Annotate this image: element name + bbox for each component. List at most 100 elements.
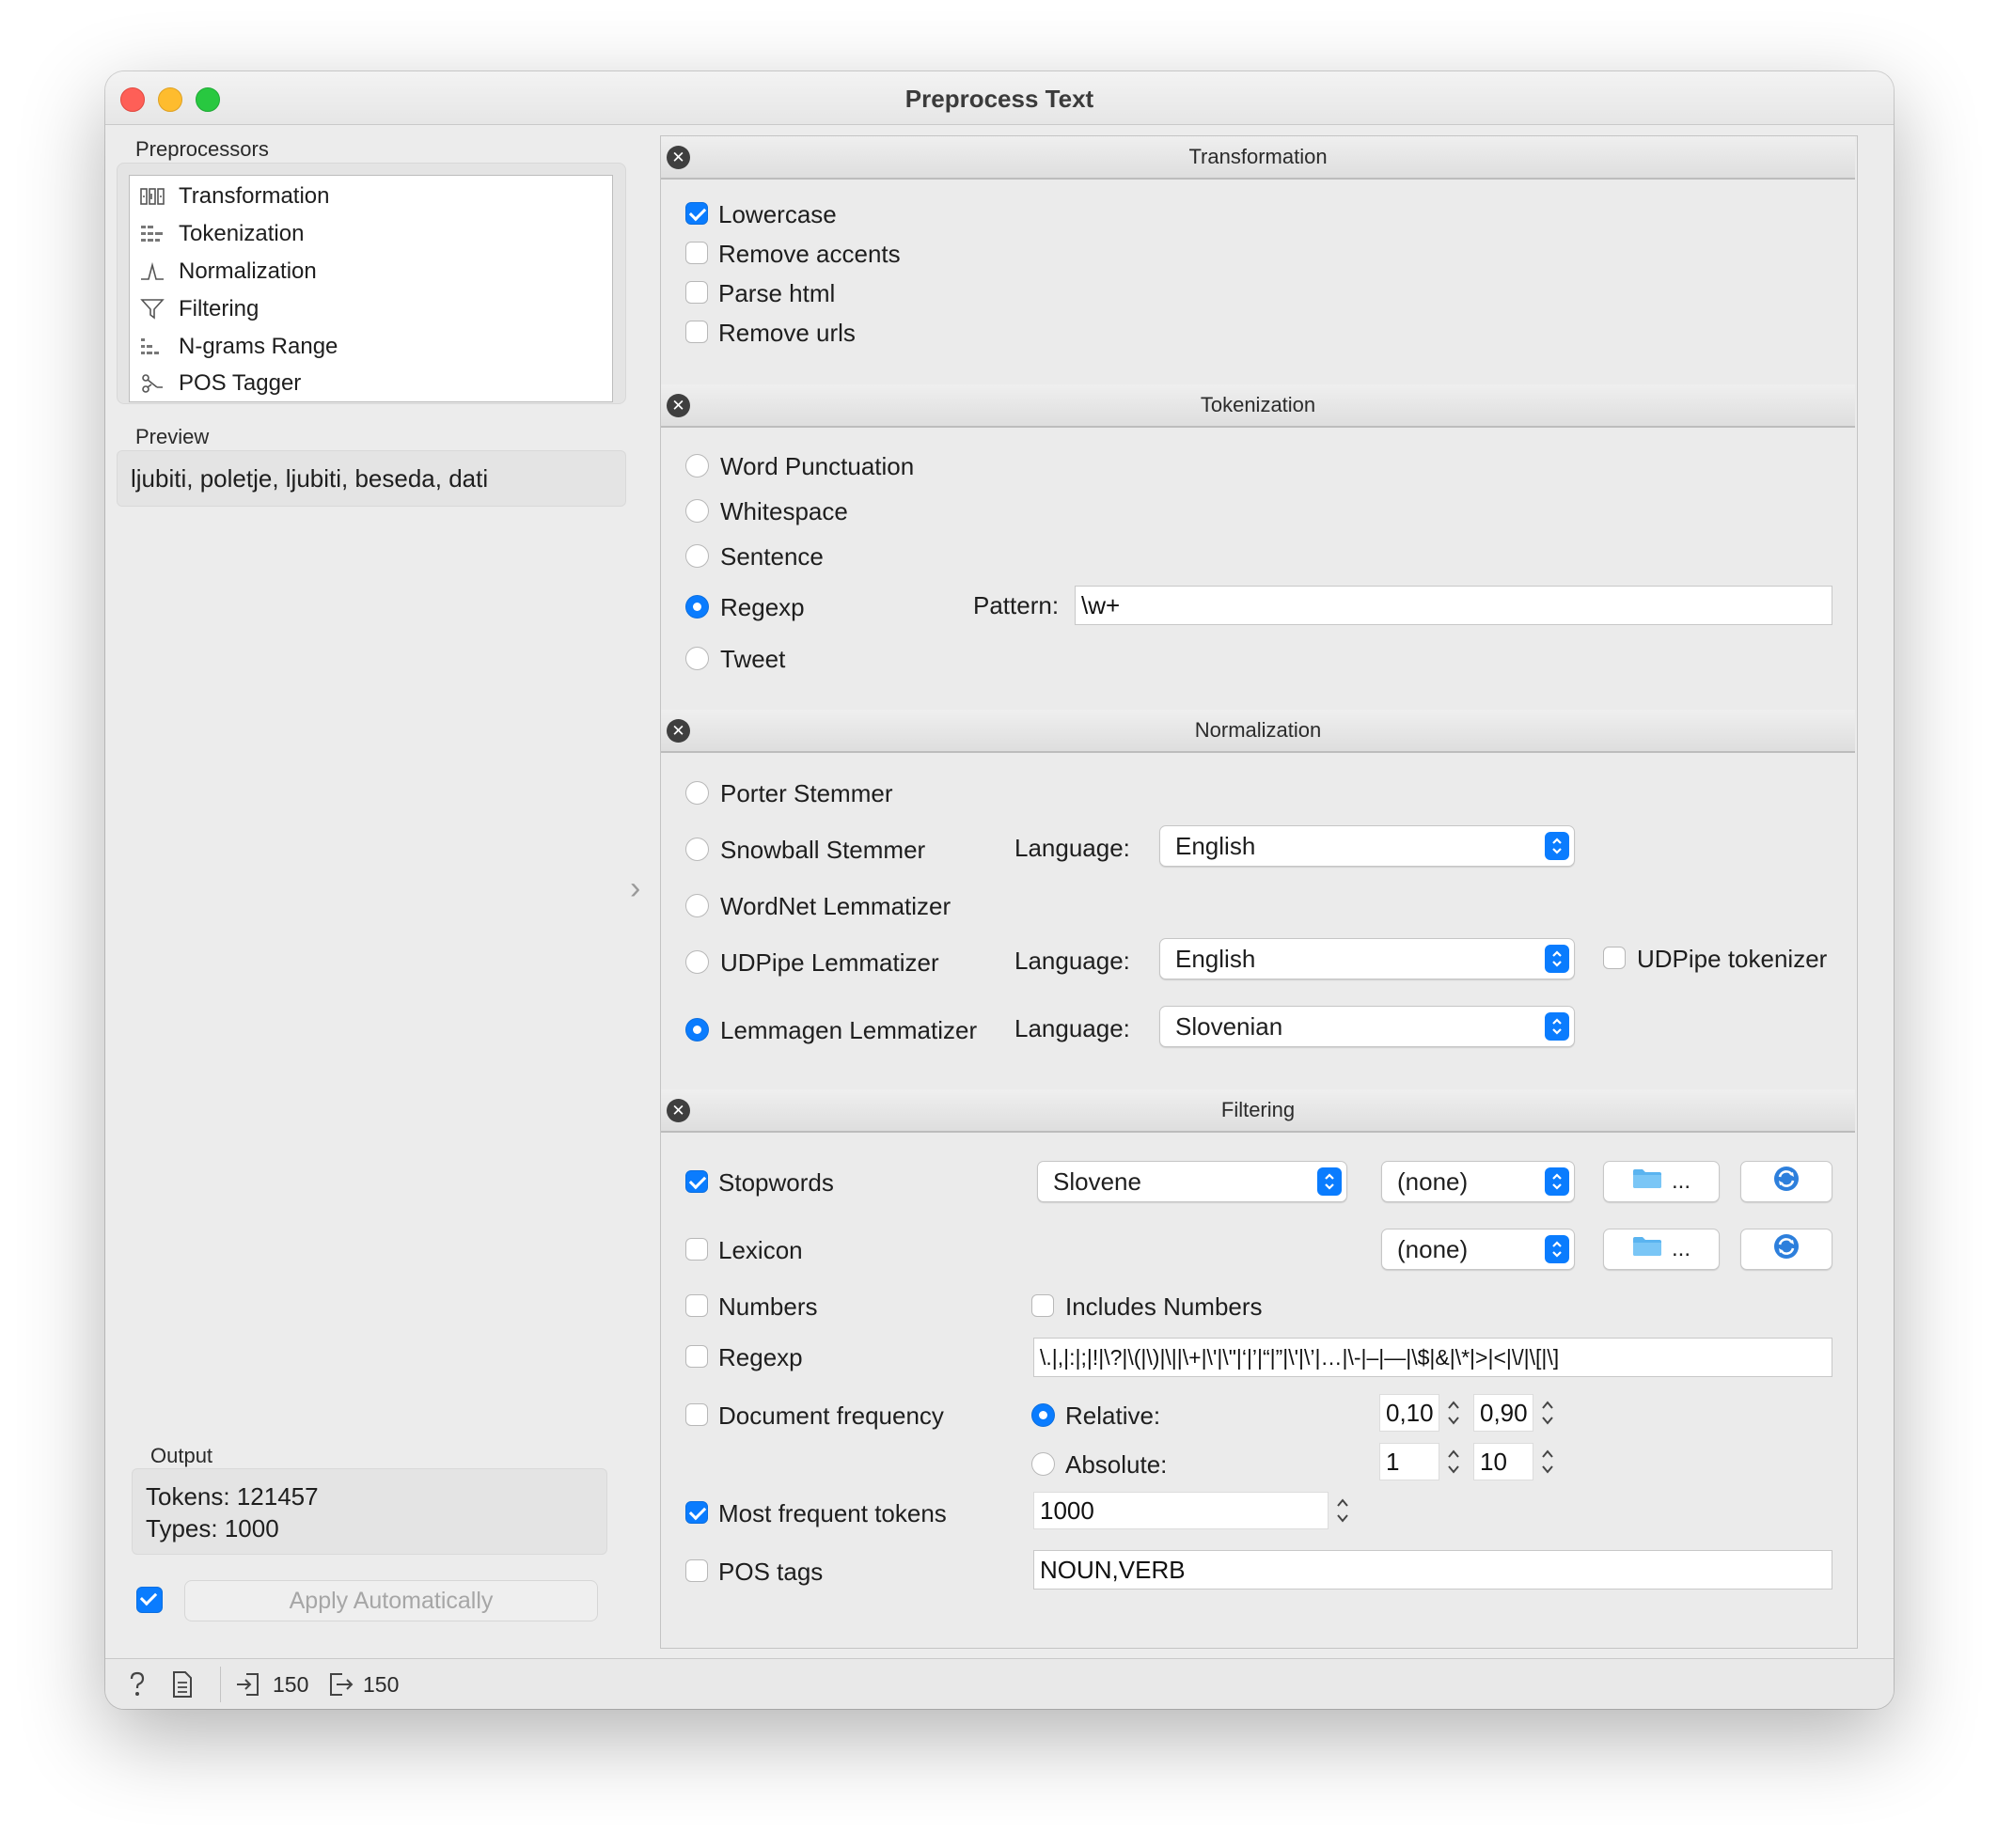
remove-transformation-icon[interactable]: ✕ <box>667 146 690 169</box>
remove-urls-label: Remove urls <box>718 319 856 347</box>
wordnet-lemmatizer-radio[interactable] <box>685 894 709 917</box>
tokens-count: Tokens: 121457 <box>146 1482 319 1511</box>
sentence-label: Sentence <box>720 542 824 571</box>
udpipe-tokenizer-checkbox[interactable] <box>1603 947 1626 969</box>
preprocessor-ngrams-range[interactable]: N-grams Range <box>139 329 338 365</box>
numbers-label: Numbers <box>718 1292 818 1321</box>
word-punctuation-label: Word Punctuation <box>720 452 915 480</box>
regexp-filter-input[interactable]: \.|,|:|;|!|\?|\(|\)|\||\+|\'|\"|‘|’|“|”|… <box>1033 1338 1832 1377</box>
stopwords-reload-button[interactable] <box>1740 1161 1832 1202</box>
chevron-right-icon[interactable]: › <box>630 870 640 907</box>
remove-tokenization-icon[interactable]: ✕ <box>667 394 690 417</box>
most-frequent-tokens-input[interactable]: 1000 <box>1033 1492 1329 1529</box>
regexp-radio[interactable] <box>685 595 709 619</box>
output-count: 150 <box>363 1672 400 1697</box>
lexicon-reload-button[interactable] <box>1740 1229 1832 1270</box>
normalization-header: Normalization <box>661 710 1855 753</box>
absolute-max-stepper[interactable] <box>1537 1443 1558 1480</box>
input-data-icon <box>235 1670 261 1703</box>
remove-normalization-icon[interactable]: ✕ <box>667 719 690 743</box>
lemmagen-lemmatizer-label: Lemmagen Lemmatizer <box>720 1016 978 1044</box>
sentence-radio[interactable] <box>685 544 709 568</box>
pattern-input[interactable]: \w+ <box>1075 586 1832 625</box>
title-bar: Preprocess Text <box>105 71 1894 125</box>
absolute-min-input[interactable]: 1 <box>1379 1443 1439 1480</box>
pos-tags-input[interactable]: NOUN,VERB <box>1033 1550 1832 1590</box>
porter-stemmer-radio[interactable] <box>685 781 709 805</box>
relative-max-stepper[interactable] <box>1537 1394 1558 1432</box>
relative-min-stepper[interactable] <box>1443 1394 1464 1432</box>
udpipe-lemmatizer-radio[interactable] <box>685 950 709 974</box>
whitespace-radio[interactable] <box>685 499 709 523</box>
lowercase-checkbox[interactable] <box>685 202 708 225</box>
relative-min-input[interactable]: 0,10 <box>1379 1394 1439 1432</box>
preprocessor-transformation[interactable]: Transformation <box>139 179 330 214</box>
document-frequency-checkbox[interactable] <box>685 1403 708 1426</box>
regexp-filter-checkbox[interactable] <box>685 1345 708 1368</box>
snowball-stemmer-radio[interactable] <box>685 838 709 861</box>
preprocessor-tokenization[interactable]: Tokenization <box>139 216 304 252</box>
updown-arrows-icon <box>1317 1167 1342 1196</box>
most-frequent-tokens-checkbox[interactable] <box>685 1501 708 1524</box>
absolute-max-input[interactable]: 10 <box>1473 1443 1533 1480</box>
preprocess-text-window: Preprocess Text Preprocessors Transforma… <box>105 71 1894 1709</box>
udpipe-language-select[interactable]: English <box>1159 938 1575 979</box>
word-punctuation-radio[interactable] <box>685 454 709 478</box>
transformation-title: Transformation <box>1188 145 1328 168</box>
preprocessor-pos-tagger[interactable]: POS Tagger <box>139 366 301 401</box>
lexicon-checkbox[interactable] <box>685 1238 708 1261</box>
apply-button[interactable]: Apply Automatically <box>184 1580 598 1621</box>
tweet-radio[interactable] <box>685 647 709 670</box>
stopwords-file-select[interactable]: (none) <box>1381 1161 1575 1202</box>
remove-urls-checkbox[interactable] <box>685 321 708 343</box>
preprocessor-normalization[interactable]: Normalization <box>139 254 317 290</box>
status-bar: 150 150 <box>105 1658 1894 1709</box>
preprocessor-filtering[interactable]: Filtering <box>139 291 259 327</box>
preprocessors-panel: Transformation ✕ Lowercase Remove accent… <box>660 135 1858 1649</box>
help-icon[interactable] <box>126 1670 149 1703</box>
snowball-language-select[interactable]: English <box>1159 825 1575 867</box>
parse-html-checkbox[interactable] <box>685 281 708 304</box>
output-label: Output <box>150 1444 213 1467</box>
lexicon-browse-button[interactable]: ... <box>1603 1229 1720 1270</box>
lemmagen-lemmatizer-radio[interactable] <box>685 1018 709 1041</box>
apply-automatically-checkbox[interactable] <box>136 1587 163 1613</box>
includes-numbers-checkbox[interactable] <box>1031 1294 1054 1317</box>
report-icon[interactable] <box>171 1670 194 1703</box>
ngrams-icon <box>139 334 165 360</box>
remove-accents-checkbox[interactable] <box>685 242 708 264</box>
lexicon-file-value: (none) <box>1397 1234 1469 1263</box>
udpipe-language-label: Language: <box>1014 947 1130 975</box>
filtering-header: Filtering <box>661 1089 1855 1133</box>
transformation-icon <box>139 183 165 210</box>
udpipe-language-value: English <box>1175 944 1256 973</box>
stopwords-browse-button[interactable]: ... <box>1603 1161 1720 1202</box>
stopwords-checkbox[interactable] <box>685 1170 708 1193</box>
pos-tags-label: POS tags <box>718 1558 824 1586</box>
most-frequent-tokens-stepper[interactable] <box>1332 1492 1353 1529</box>
snowball-language-label: Language: <box>1014 834 1130 862</box>
stopwords-label: Stopwords <box>718 1168 834 1197</box>
absolute-radio[interactable] <box>1031 1452 1055 1476</box>
lemmagen-language-select[interactable]: Slovenian <box>1159 1006 1575 1047</box>
types-count: Types: 1000 <box>146 1514 279 1543</box>
lexicon-file-select[interactable]: (none) <box>1381 1229 1575 1270</box>
pos-tags-checkbox[interactable] <box>685 1559 708 1582</box>
remove-filtering-icon[interactable]: ✕ <box>667 1099 690 1122</box>
lemmagen-language-value: Slovenian <box>1175 1011 1283 1041</box>
window-title: Preprocess Text <box>904 85 1094 113</box>
relative-radio[interactable] <box>1031 1403 1055 1427</box>
preprocessor-label: Filtering <box>179 296 259 321</box>
stopwords-language-select[interactable]: Slovene <box>1037 1161 1347 1202</box>
folder-icon <box>1632 1236 1662 1263</box>
numbers-checkbox[interactable] <box>685 1294 708 1317</box>
relative-max-input[interactable]: 0,90 <box>1473 1394 1533 1432</box>
status-divider <box>220 1667 221 1702</box>
absolute-min-stepper[interactable] <box>1443 1443 1464 1480</box>
preprocessors-label: Preprocessors <box>135 137 269 161</box>
lexicon-label: Lexicon <box>718 1236 803 1264</box>
updown-arrows-icon <box>1545 1235 1569 1263</box>
remove-accents-label: Remove accents <box>718 240 901 268</box>
udpipe-lemmatizer-label: UDPipe Lemmatizer <box>720 948 939 977</box>
output-box: Tokens: 121457 Types: 1000 <box>132 1468 607 1555</box>
